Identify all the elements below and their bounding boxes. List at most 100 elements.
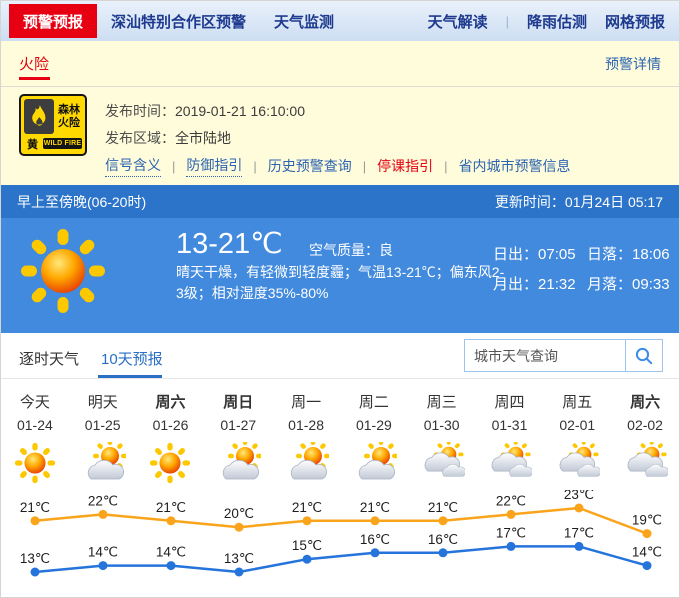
- day-date: 02-01: [543, 417, 611, 435]
- temperature-chart: 21℃22℃21℃20℃21℃21℃21℃22℃23℃19℃13℃14℃14℃1…: [1, 490, 679, 598]
- flame-icon: [24, 99, 54, 134]
- publish-time-row: 发布时间：2019-01-21 16:10:00: [105, 101, 305, 121]
- nav-tab-warning-forecast[interactable]: 预警预报: [9, 4, 97, 38]
- day-name: 明天: [69, 391, 137, 411]
- cloudy-icon: [476, 439, 544, 487]
- warning-link[interactable]: 信号含义: [105, 155, 161, 177]
- city-weather-search: [464, 339, 663, 372]
- nav-left-items: 深汕特别合作区预警 天气监测: [111, 11, 334, 32]
- day-name: 周日: [204, 391, 272, 411]
- publish-area-row: 发布区域：全市陆地: [105, 128, 231, 148]
- fire-icon-chinese-label: 森林 火险: [56, 99, 82, 134]
- svg-text:17℃: 17℃: [496, 525, 526, 540]
- cloudy-icon: [543, 439, 611, 487]
- forecast-day-column[interactable]: 周二01-29: [340, 379, 408, 490]
- forecast-tabs-row: 逐时天气 10天预报: [1, 333, 679, 379]
- svg-text:14℃: 14℃: [632, 545, 662, 560]
- moonrise-time: 月出：21:32: [493, 273, 587, 294]
- sun-cloud-icon: [204, 439, 272, 487]
- svg-text:15℃: 15℃: [292, 538, 322, 553]
- link-separator: |: [363, 159, 366, 174]
- day-date: 01-24: [1, 417, 69, 435]
- svg-text:13℃: 13℃: [20, 551, 50, 566]
- cloudy-icon: [408, 439, 476, 487]
- sunny-icon: [1, 439, 69, 487]
- nav-right-items: 天气解读 | 降雨估测网格预报: [428, 11, 665, 32]
- svg-text:14℃: 14℃: [156, 545, 186, 560]
- forecast-day-column[interactable]: 周五02-01: [543, 379, 611, 490]
- day-name: 周一: [272, 391, 340, 411]
- forecast-day-column[interactable]: 周四 01-31: [476, 379, 544, 490]
- search-input[interactable]: [465, 340, 625, 371]
- warning-content: 森林 火险 黄 WILD FIRE 发布时间：2019-01-21 16:10:…: [1, 87, 679, 185]
- svg-text:13℃: 13℃: [224, 551, 254, 566]
- sun-cloud-icon: [69, 439, 137, 487]
- svg-text:19℃: 19℃: [632, 513, 662, 528]
- sun-cloud-icon: [340, 439, 408, 487]
- temperature-line-chart: 21℃22℃21℃20℃21℃21℃21℃22℃23℃19℃13℃14℃14℃1…: [1, 490, 680, 598]
- day-date: 01-31: [476, 417, 544, 435]
- sunrise-time: 日出：07:05: [493, 243, 587, 264]
- fire-risk-tab-underline: [19, 77, 50, 80]
- svg-text:22℃: 22℃: [496, 493, 526, 508]
- day-date: 01-30: [408, 417, 476, 435]
- nav-item[interactable]: 网格预报: [605, 11, 665, 32]
- day-name: 今天: [1, 391, 69, 411]
- link-separator: |: [444, 159, 447, 174]
- sun-cloud-icon: [272, 439, 340, 487]
- forecast-day-column[interactable]: 今天 01-24: [1, 379, 69, 490]
- svg-text:14℃: 14℃: [88, 545, 118, 560]
- forecast-day-column[interactable]: 周六 02-02: [611, 379, 679, 490]
- ten-day-forecast: 今天01-24 明天01-25 周六01-26 周日01-27 周一01-28 …: [1, 379, 679, 490]
- svg-text:21℃: 21℃: [20, 500, 50, 515]
- svg-text:16℃: 16℃: [428, 532, 458, 547]
- forecast-period-label: 早上至傍晚(06-20时): [17, 192, 146, 212]
- warning-link[interactable]: 停课指引: [377, 156, 433, 176]
- nav-separator: |: [506, 14, 509, 29]
- forecast-day-column[interactable]: 周六 01-26: [137, 379, 205, 490]
- warning-detail-link[interactable]: 预警详情: [605, 54, 661, 74]
- forecast-day-column[interactable]: 周一01-28: [272, 379, 340, 490]
- svg-text:22℃: 22℃: [88, 493, 118, 508]
- warning-link[interactable]: 历史预警查询: [268, 156, 352, 176]
- sunny-icon: [137, 439, 205, 487]
- day-name: 周三: [408, 391, 476, 411]
- warning-link[interactable]: 防御指引: [186, 155, 242, 177]
- nav-item[interactable]: 深汕特别合作区预警: [111, 11, 246, 32]
- nav-item[interactable]: 天气监测: [274, 11, 334, 32]
- day-date: 01-29: [340, 417, 408, 435]
- tab-hourly-weather[interactable]: 逐时天气: [19, 348, 79, 369]
- weather-page: 预警预报 深汕特别合作区预警 天气监测 天气解读 | 降雨估测网格预报 火险 预警详情…: [0, 0, 680, 598]
- day-name: 周六: [611, 391, 679, 411]
- sunset-time: 日落：18:06: [587, 243, 670, 264]
- svg-text:21℃: 21℃: [428, 500, 458, 515]
- search-button[interactable]: [625, 340, 662, 371]
- tab-ten-day-forecast[interactable]: 10天预报: [101, 348, 163, 369]
- warning-link[interactable]: 省内城市预警信息: [459, 156, 571, 176]
- forecast-day-column[interactable]: 明天 01-25: [69, 379, 137, 490]
- update-time: 更新时间：01月24日 05:17: [495, 192, 663, 212]
- temperature-range: 13-21℃: [176, 226, 283, 261]
- forest-fire-warning-icon[interactable]: 森林 火险 黄 WILD FIRE: [19, 94, 87, 156]
- forecast-day-column[interactable]: 周三 01-30: [408, 379, 476, 490]
- svg-text:20℃: 20℃: [224, 506, 254, 521]
- nav-item[interactable]: 降雨估测: [527, 11, 587, 32]
- forecast-day-column[interactable]: 周日01-27: [204, 379, 272, 490]
- current-weather-panel: 13-21℃ 空气质量：良 晴天干燥，有轻微到轻度霾；气温13-21℃；偏东风2…: [1, 218, 679, 333]
- active-tab-underline: [98, 375, 162, 378]
- sun-moon-times: 日出：07:05 日落：18:06 月出：21:32 月落：09:33: [493, 243, 670, 294]
- svg-text:17℃: 17℃: [564, 525, 594, 540]
- day-date: 01-25: [69, 417, 137, 435]
- day-name: 周六: [137, 391, 205, 411]
- current-weather-header: 早上至傍晚(06-20时) 更新时间：01月24日 05:17: [1, 185, 679, 218]
- link-separator: |: [253, 159, 256, 174]
- search-icon: [634, 346, 654, 366]
- fire-risk-tab[interactable]: 火险: [19, 53, 49, 74]
- moonset-time: 月落：09:33: [587, 273, 670, 294]
- day-date: 01-26: [137, 417, 205, 435]
- day-date: 02-02: [611, 417, 679, 435]
- day-name: 周四: [476, 391, 544, 411]
- nav-item[interactable]: 天气解读: [428, 11, 488, 32]
- svg-text:23℃: 23℃: [564, 490, 594, 502]
- fire-icon-english-label: WILD FIRE: [43, 138, 82, 149]
